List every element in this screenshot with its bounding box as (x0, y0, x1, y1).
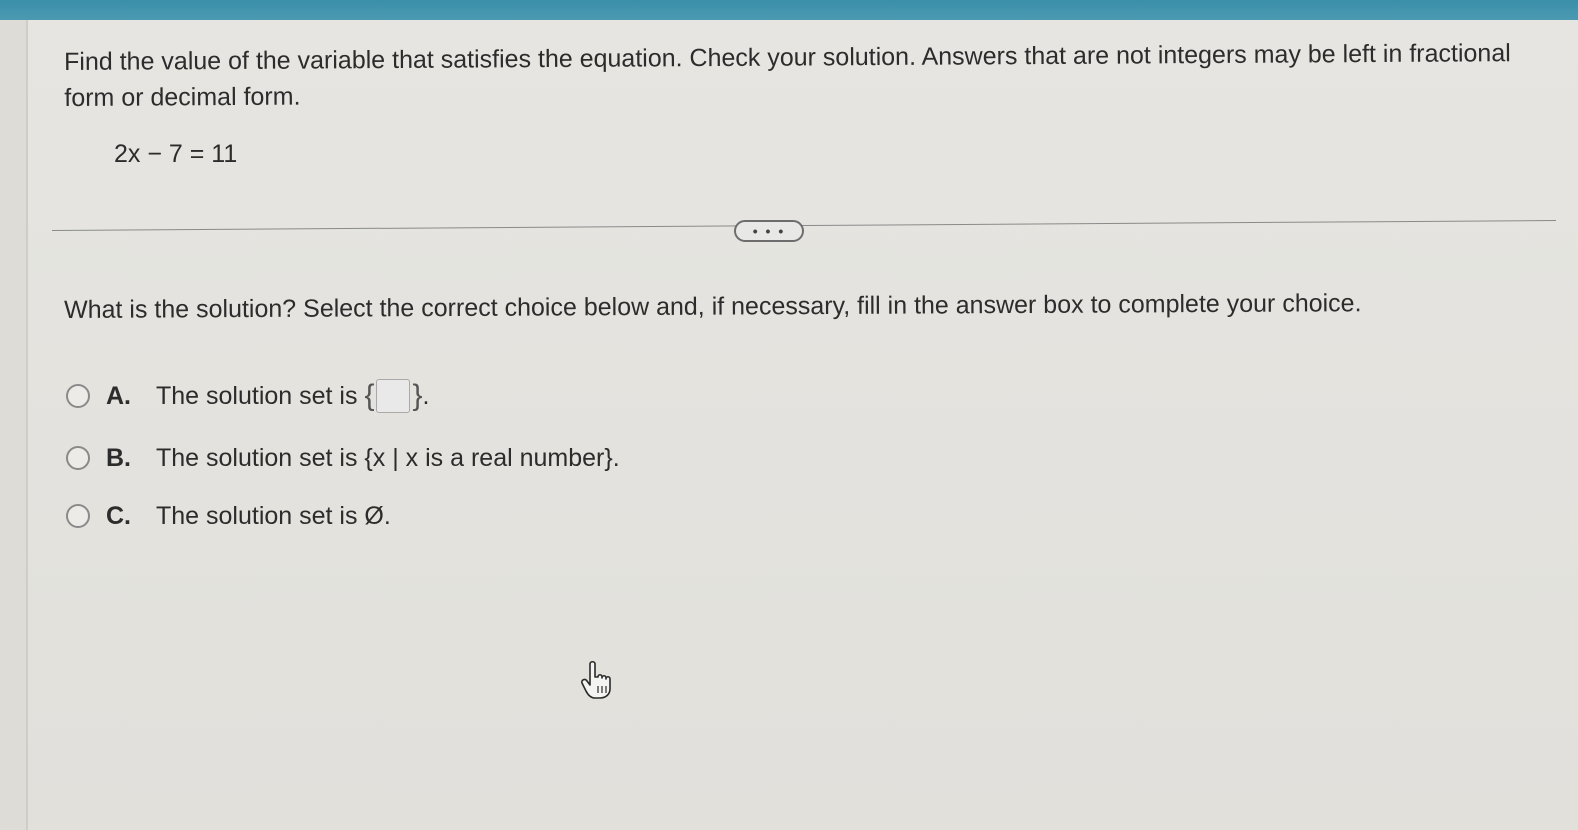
question-panel: Find the value of the variable that sati… (28, 20, 1578, 830)
choice-a[interactable]: A. The solution set is { } . (66, 376, 429, 416)
choice-a-suffix: . (422, 381, 430, 410)
choice-a-letter: A. (106, 381, 131, 410)
radio-c[interactable] (66, 504, 90, 528)
choice-c-text: The solution set is Ø. (156, 501, 391, 530)
choice-b[interactable]: B. The solution set is {x | x is a real … (66, 438, 620, 478)
left-rail (0, 20, 28, 830)
radio-b[interactable] (66, 446, 90, 470)
close-brace: } (412, 379, 423, 412)
choice-c[interactable]: C. The solution set is Ø. (66, 496, 391, 536)
radio-a[interactable] (66, 384, 90, 408)
equation: 2x − 7 = 11 (114, 140, 238, 168)
choice-b-letter: B. (106, 443, 131, 472)
choice-b-text: The solution set is {x | x is a real num… (156, 443, 620, 472)
expand-more-button[interactable]: • • • (734, 220, 804, 242)
hand-pointer-icon (580, 660, 614, 700)
instructions-text: Find the value of the variable that sati… (64, 39, 1511, 112)
answer-input[interactable] (376, 379, 411, 413)
top-bar (0, 0, 1578, 20)
question-text: What is the solution? Select the correct… (64, 289, 1362, 324)
choice-a-text: The solution set is (156, 381, 365, 410)
open-brace: { (364, 379, 375, 412)
choice-c-letter: C. (106, 501, 131, 530)
section-divider (52, 220, 1556, 231)
